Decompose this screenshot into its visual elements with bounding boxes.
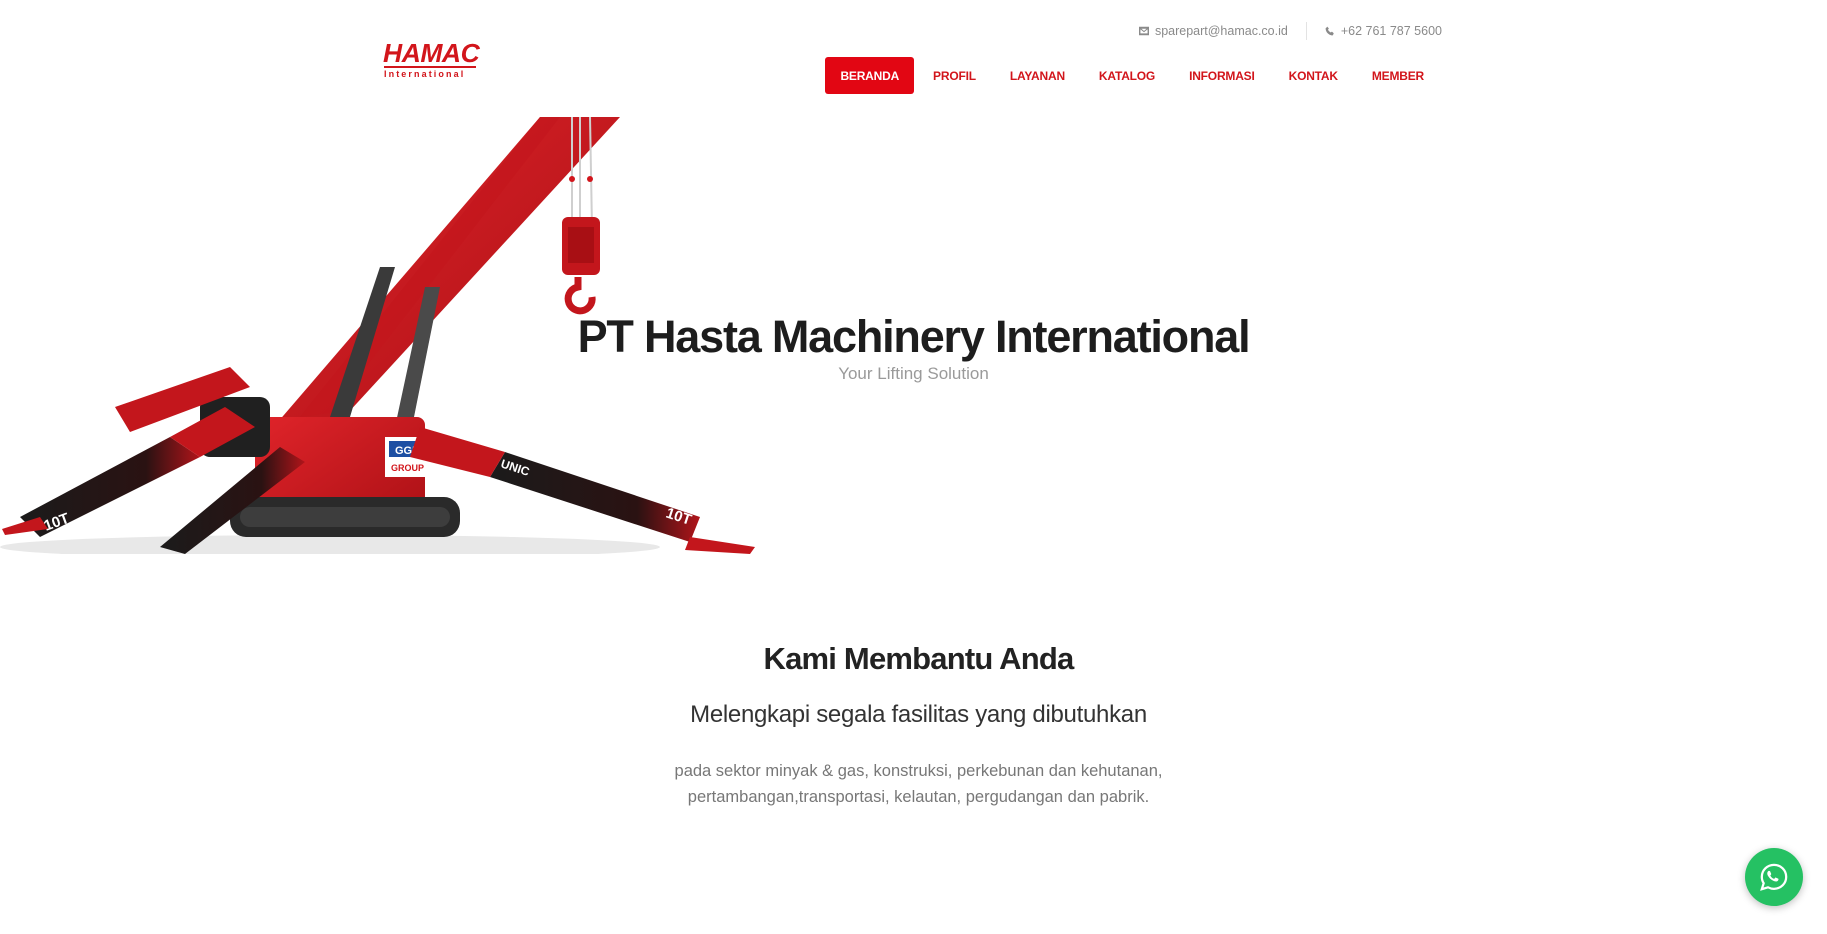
hero-subtitle: Your Lifting Solution: [838, 364, 989, 383]
ggr-group-text: GROUP: [391, 463, 424, 473]
section-description-line1: pada sektor minyak & gas, konstruksi, pe…: [674, 762, 1163, 780]
nav-item-informasi[interactable]: INFORMASI: [1174, 57, 1270, 94]
nav-item-profil[interactable]: PROFIL: [918, 57, 991, 94]
section-description: pada sektor minyak & gas, konstruksi, pe…: [0, 758, 1827, 810]
nav-item-kontak[interactable]: KONTAK: [1274, 57, 1353, 94]
whatsapp-icon: [1760, 863, 1788, 891]
phone-text: +62 761 787 5600: [1340, 24, 1442, 38]
email-contact[interactable]: sparepart@hamac.co.id: [1138, 24, 1288, 38]
section-description-line2: pertambangan,transportasi, kelautan, per…: [687, 788, 1150, 806]
contact-divider: [1305, 22, 1307, 40]
hero-title: PT Hasta Machinery International: [577, 311, 1251, 362]
hamac-logo[interactable]: HAMAC International: [383, 38, 480, 79]
email-text: sparepart@hamac.co.id: [1154, 24, 1288, 38]
boom-label: UNIC: [301, 269, 336, 309]
phone-contact[interactable]: +62 761 787 5600: [1325, 24, 1442, 38]
section-subtitle: Melengkapi segala fasilitas yang dibutuh…: [690, 701, 1147, 728]
nav-item-katalog[interactable]: KATALOG: [1084, 57, 1170, 94]
whatsapp-chat-button[interactable]: [1745, 848, 1803, 906]
nav-item-layanan[interactable]: LAYANAN: [995, 57, 1080, 94]
envelope-icon: [1138, 26, 1149, 36]
phone-icon: [1325, 26, 1334, 36]
logo-mark-text: HAMAC: [383, 38, 480, 68]
contact-bar: sparepart@hamac.co.id +62 761 787 5600: [1138, 22, 1442, 40]
nav-item-beranda[interactable]: BERANDA: [825, 57, 915, 94]
main-nav: BERANDA PROFIL LAYANAN KATALOG INFORMASI…: [825, 57, 1439, 94]
nav-item-member[interactable]: MEMBER: [1357, 57, 1439, 94]
section-title: Kami Membantu Anda: [763, 641, 1075, 676]
